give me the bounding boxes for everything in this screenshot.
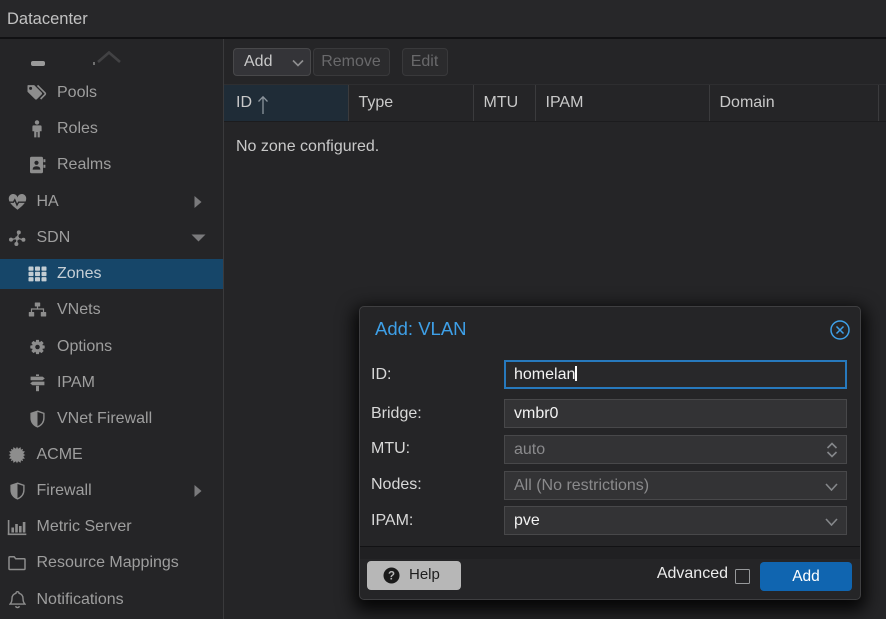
svg-text:?: ?	[388, 571, 395, 583]
